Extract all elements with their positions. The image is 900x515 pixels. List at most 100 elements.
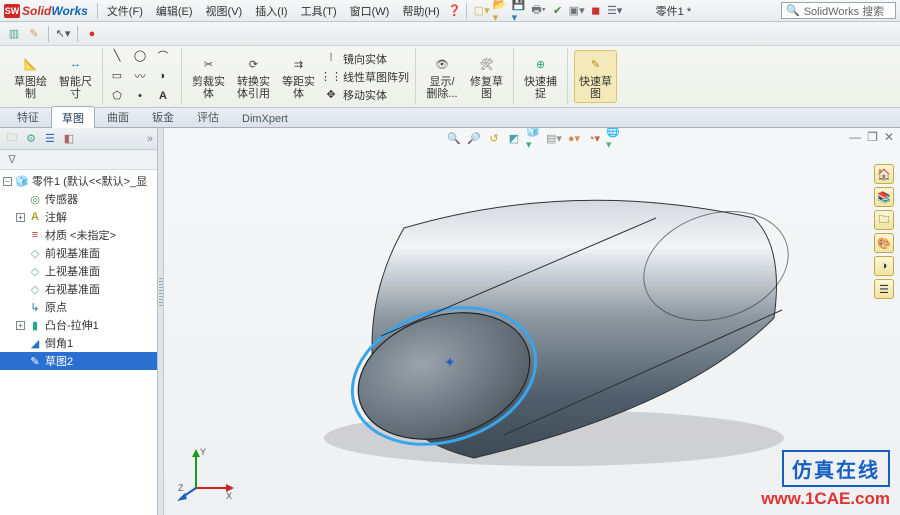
menu-insert[interactable]: 插入(I) <box>249 1 293 21</box>
tree-sketch2[interactable]: ✎草图2 <box>0 352 157 370</box>
appearance-icon[interactable]: ● <box>84 26 100 42</box>
line-icon[interactable]: ╲ <box>109 48 125 64</box>
view-triad: Y X Z <box>176 443 236 503</box>
menu-help[interactable]: 帮助(H) <box>396 1 445 21</box>
panel-pin-icon[interactable]: » <box>147 133 153 145</box>
tab-sheetmetal[interactable]: 钣金 <box>141 105 185 127</box>
display-button[interactable]: 👁 显示/ 删除... <box>422 51 462 102</box>
tree-front-plane[interactable]: ◇前视基准面 <box>0 244 157 262</box>
select-icon[interactable]: ↖▾ <box>55 26 71 42</box>
text-icon[interactable]: A <box>155 88 171 104</box>
fm-config-icon[interactable]: ⚙ <box>23 131 39 147</box>
mirror-label: 镜向实体 <box>343 51 387 67</box>
settings-icon[interactable]: ☰▾ <box>607 3 623 19</box>
tab-features[interactable]: 特征 <box>6 105 50 127</box>
tree-sensors-label: 传感器 <box>45 191 78 207</box>
logo-badge-icon: SW <box>4 4 20 18</box>
repair-button[interactable]: 🛠 修复草 图 <box>466 51 507 102</box>
tab-evaluate[interactable]: 评估 <box>186 105 230 127</box>
convert-button[interactable]: ⟳ 转换实 体引用 <box>233 51 274 102</box>
tree-chamfer[interactable]: ◢倒角1 <box>0 334 157 352</box>
rect-icon[interactable]: ▭ <box>109 68 125 84</box>
tree-annotations[interactable]: +A注解 <box>0 208 157 226</box>
tree-top-plane[interactable]: ◇上视基准面 <box>0 262 157 280</box>
options-icon[interactable]: ▣▾ <box>569 3 585 19</box>
search-placeholder: SolidWorks 搜索 <box>804 3 884 19</box>
pattern-button[interactable]: ⋮⋮线性草图阵列 <box>323 69 409 85</box>
convert-icon: ⟳ <box>243 53 265 75</box>
trim-button[interactable]: ✂ 剪裁实 体 <box>188 51 229 102</box>
save-icon[interactable]: 💾▾ <box>512 3 528 19</box>
hide-show-icon[interactable]: ●▾ <box>566 130 582 146</box>
rapidsketch-button[interactable]: ✎ 快速草 图 <box>574 50 617 103</box>
tree-origin-label: 原点 <box>45 299 67 315</box>
view-orient-icon[interactable]: 🧊▾ <box>526 130 542 146</box>
convert-label: 转换实 体引用 <box>237 76 270 100</box>
fm-tree-icon[interactable]: 🗀 <box>4 131 20 147</box>
point-icon[interactable]: • <box>132 88 148 104</box>
restore-icon[interactable]: ❐ <box>867 130 878 144</box>
view-palette-icon[interactable]: 🎨 <box>874 233 894 253</box>
app-logo: SW SolidWorks <box>4 4 94 18</box>
print-icon[interactable]: 🖶▾ <box>531 3 547 19</box>
search-box[interactable]: 🔍 SolidWorks 搜索 <box>781 2 896 19</box>
scene-icon[interactable]: 🌐▾ <box>606 130 622 146</box>
trim-label: 剪裁实 体 <box>192 76 225 100</box>
rebuild-icon[interactable]: ✔ <box>550 3 566 19</box>
help-balloon-icon[interactable]: ❓ <box>447 3 463 19</box>
tree-material[interactable]: ≡材质 <未指定> <box>0 226 157 244</box>
panel-filter[interactable]: ∇ <box>0 150 157 170</box>
prev-view-icon[interactable]: ↺ <box>486 130 502 146</box>
quicksnap-button[interactable]: ⊕ 快速捕 捉 <box>520 51 561 102</box>
mirror-button[interactable]: ⦚镜向实体 <box>323 51 409 67</box>
tab-dimxpert[interactable]: DimXpert <box>231 109 299 127</box>
tree-root[interactable]: −🧊零件1 (默认<<默认>_显 <box>0 172 157 190</box>
graphics-viewport[interactable]: 🔍 🔎 ↺ ◩ 🧊▾ ▤▾ ●▾ ◔▾ 🌐▾ — ❐ ✕ 🏠 📚 🗀 🎨 ◑ ☰… <box>164 128 900 515</box>
ribbon-group-draw: ╲ ◯ ⌒ ▭ 〰 ◗ ⬠ • A <box>103 48 182 105</box>
polygon-icon[interactable]: ⬠ <box>109 88 125 104</box>
appearances-icon[interactable]: ◑ <box>874 256 894 276</box>
menu-window[interactable]: 窗口(W) <box>344 1 396 21</box>
custom-props-icon[interactable]: ☰ <box>874 279 894 299</box>
design-library-icon[interactable]: 📚 <box>874 187 894 207</box>
menu-edit[interactable]: 编辑(E) <box>150 1 199 21</box>
sketch-button[interactable]: 📐 草图绘 制 <box>10 51 51 102</box>
menu-file[interactable]: 文件(F) <box>101 1 149 21</box>
display-style-icon[interactable]: ▤▾ <box>546 130 562 146</box>
offset-icon: ⇉ <box>288 53 310 75</box>
close-icon[interactable]: ✕ <box>884 130 894 144</box>
window-tile-icon[interactable]: ▥ <box>6 26 22 42</box>
menu-tools[interactable]: 工具(T) <box>295 1 343 21</box>
tree-extrude[interactable]: +▮凸台-拉伸1 <box>0 316 157 334</box>
spline-icon[interactable]: 〰 <box>132 68 148 84</box>
menu-view[interactable]: 视图(V) <box>200 1 249 21</box>
search-icon: 🔍 <box>786 4 800 17</box>
tree-sensors[interactable]: ◎传感器 <box>0 190 157 208</box>
tree-sketch2-label: 草图2 <box>45 353 73 369</box>
tab-surface[interactable]: 曲面 <box>96 105 140 127</box>
undo-icon[interactable]: ◼ <box>588 3 604 19</box>
zoom-fit-icon[interactable]: 🔍 <box>446 130 462 146</box>
fm-property-icon[interactable]: ☰ <box>42 131 58 147</box>
circle-icon[interactable]: ◯ <box>132 48 148 64</box>
resources-icon[interactable]: 🏠 <box>874 164 894 184</box>
smart-dimension-button[interactable]: ↔ 智能尺 寸 <box>55 51 96 102</box>
offset-button[interactable]: ⇉ 等距实 体 <box>278 51 319 102</box>
minimize-icon[interactable]: — <box>849 130 861 144</box>
tree-right-plane[interactable]: ◇右视基准面 <box>0 280 157 298</box>
appearance-drop-icon[interactable]: ◔▾ <box>586 130 602 146</box>
move-button[interactable]: ✥移动实体 <box>323 87 409 103</box>
ellipse-icon[interactable]: ◗ <box>155 68 171 84</box>
tree-origin[interactable]: ↳原点 <box>0 298 157 316</box>
tab-sketch[interactable]: 草图 <box>51 106 95 128</box>
file-explorer-icon[interactable]: 🗀 <box>874 210 894 230</box>
arc-icon[interactable]: ⌒ <box>155 48 171 64</box>
new-icon[interactable]: ▢▾ <box>474 3 490 19</box>
section-icon[interactable]: ◩ <box>506 130 522 146</box>
rebuild-sketch-icon[interactable]: ✎ <box>26 26 42 42</box>
watermark-box: 仿真在线 <box>782 450 890 487</box>
open-icon[interactable]: 📂▾ <box>493 3 509 19</box>
zoom-area-icon[interactable]: 🔎 <box>466 130 482 146</box>
ribbon-group-modify: ✂ 剪裁实 体 ⟳ 转换实 体引用 ⇉ 等距实 体 ⦚镜向实体 ⋮⋮线性草图阵列… <box>182 48 416 105</box>
fm-display-icon[interactable]: ◧ <box>61 131 77 147</box>
